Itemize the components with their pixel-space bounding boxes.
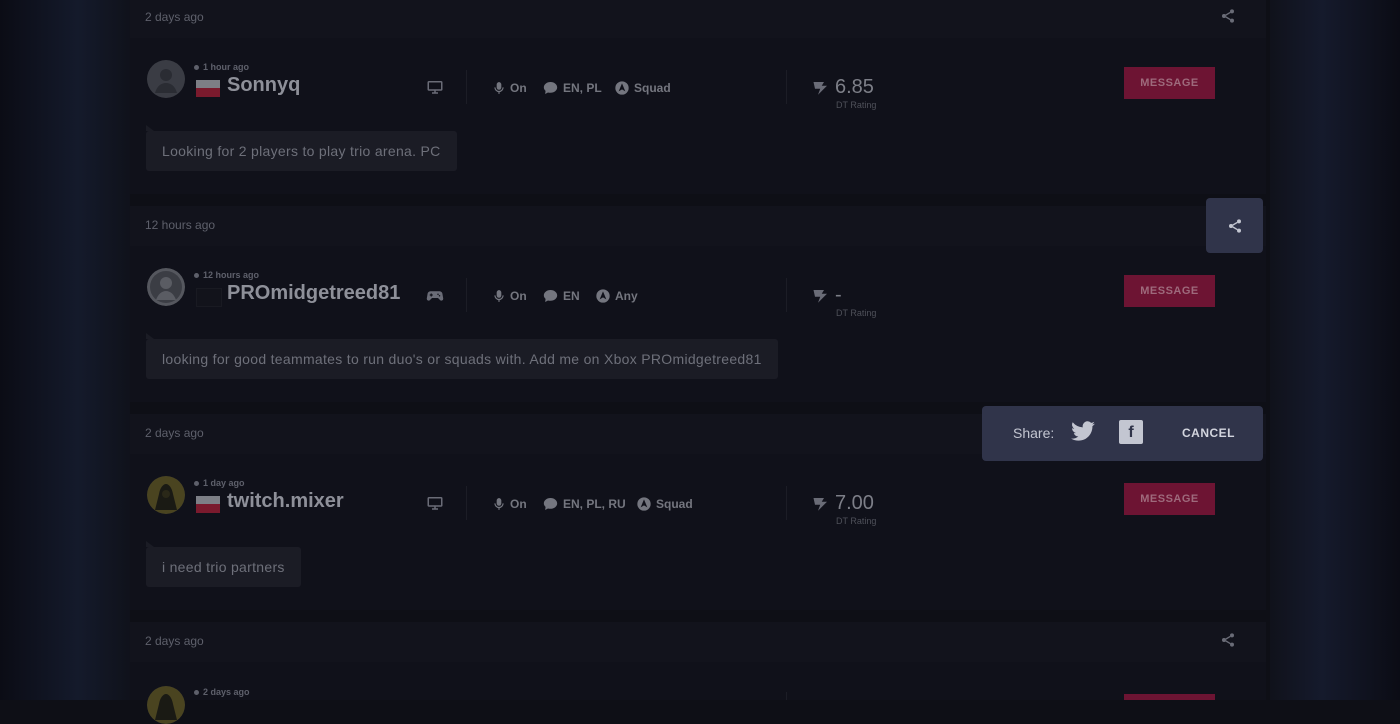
rating-icon [812,496,830,512]
microphone-icon [494,290,504,302]
avatar[interactable] [147,476,185,514]
divider [786,70,787,104]
pc-icon [426,494,444,512]
divider [466,486,467,520]
mic-status: On [492,288,527,304]
player-name[interactable]: PROmidgetreed81 [227,282,400,305]
chat-icon [543,290,558,302]
divider [786,486,787,520]
mode-icon [615,81,629,95]
divider [786,692,787,700]
pc-icon [426,78,444,96]
message-button[interactable] [1124,694,1215,700]
share-label: Share: [1013,425,1055,441]
mic-status: On [492,496,527,512]
share-icon[interactable] [1220,8,1240,28]
cancel-button[interactable]: CANCEL [1182,426,1235,440]
flag-icon [196,80,220,97]
last-online: 1 hour ago [194,62,249,72]
rating-icon [812,288,830,304]
post-card: 2 days ago 2 days ago [130,622,1266,724]
posted-time: 2 days ago [145,10,204,24]
player-name[interactable]: twitch.mixer [227,490,344,513]
rating-icon [812,80,830,96]
posted-time: 12 hours ago [145,218,216,232]
last-online: 1 day ago [194,478,245,488]
microphone-icon [494,82,504,94]
share-button-active[interactable] [1206,198,1263,253]
background-right [1270,0,1400,700]
languages: EN, PL [542,80,602,96]
twitter-icon[interactable] [1070,421,1096,443]
share-popup: Share: f CANCEL [982,406,1263,461]
languages: EN [542,288,580,304]
avatar[interactable] [147,60,185,98]
game-mode: Squad [614,80,671,96]
last-online: 2 days ago [194,687,250,697]
gamepad-icon [426,286,444,304]
chat-icon [543,498,558,510]
avatar[interactable] [147,268,185,306]
online-dot [194,273,199,279]
flag-icon [196,496,220,513]
flag-icon [196,288,222,307]
message-button[interactable]: MESSAGE [1124,275,1215,307]
mode-icon [596,289,610,303]
message-button[interactable]: MESSAGE [1124,67,1215,99]
mic-status: On [492,80,527,96]
card-header: 2 days ago [130,0,1266,38]
posted-time: 2 days ago [145,634,204,648]
last-online: 12 hours ago [194,270,259,280]
dt-rating-label: DT Rating [836,308,877,318]
game-mode: Squad [636,496,693,512]
divider [466,278,467,312]
message-button[interactable]: MESSAGE [1124,483,1215,515]
share-icon [1228,218,1241,233]
divider [786,278,787,312]
online-dot [194,690,199,696]
languages: EN, PL, RU [542,496,626,512]
dt-rating: 7.00 [835,492,874,514]
dt-rating: - [835,284,842,306]
mode-icon [637,497,651,511]
dt-rating-label: DT Rating [836,100,877,110]
online-dot [194,481,199,487]
game-mode: Any [595,288,638,304]
card-header: 12 hours ago [130,206,1266,246]
post-text: looking for good teammates to run duo's … [146,333,778,379]
posted-time: 2 days ago [145,426,204,440]
facebook-icon[interactable]: f [1119,420,1143,444]
card-header: 2 days ago [130,622,1266,662]
divider [466,70,467,104]
microphone-icon [494,498,504,510]
dt-rating-label: DT Rating [836,516,877,526]
online-dot [194,65,199,71]
background-left [0,0,130,700]
chat-icon [543,82,558,94]
player-name[interactable]: Sonnyq [227,74,300,97]
share-icon[interactable] [1220,632,1240,652]
post-card: 2 days ago 1 hour ago Sonnyq On EN, PL S… [130,0,1266,194]
post-text: i need trio partners [146,541,301,587]
post-text: Looking for 2 players to play trio arena… [146,125,457,171]
post-card: 12 hours ago 12 hours ago PROmidgetreed8… [130,206,1266,402]
avatar[interactable] [147,686,185,724]
dt-rating: 6.85 [835,76,874,98]
